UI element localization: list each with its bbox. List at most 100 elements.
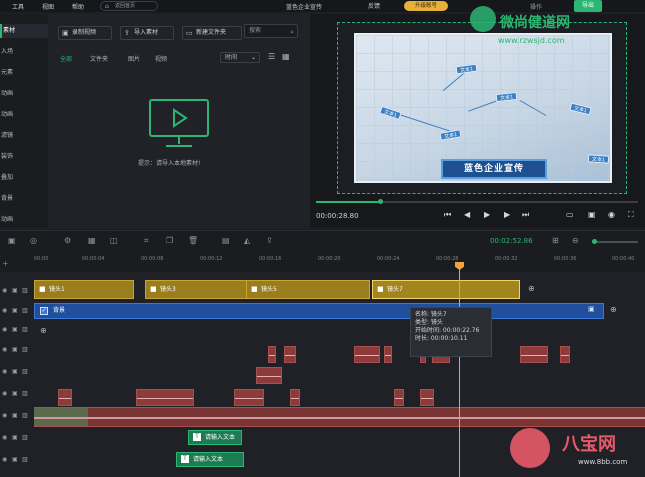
add-track-icon[interactable]: ⊕ (40, 326, 47, 335)
text-label[interactable]: 文本1 (587, 154, 610, 164)
zoom-out-icon[interactable]: ⊖ (572, 236, 579, 245)
audio-clip[interactable] (234, 389, 264, 406)
nav-item-element[interactable]: 元素 (0, 66, 48, 80)
preview-progress[interactable] (316, 199, 638, 204)
lock-icon[interactable]: ▣ (12, 287, 18, 294)
nav-item-animation-1[interactable]: 动画 (0, 87, 48, 101)
lock-icon[interactable]: ▣ (12, 307, 18, 314)
music-track[interactable] (34, 407, 645, 427)
fullscreen-icon[interactable]: ⛶ (628, 210, 634, 220)
progress-knob[interactable] (378, 199, 384, 204)
eye-icon[interactable]: ◉ (2, 434, 7, 441)
eye-icon[interactable]: ◉ (2, 326, 7, 333)
trash-icon[interactable]: ▥ (22, 307, 28, 314)
search-icon[interactable]: ⌕ (290, 26, 294, 38)
new-folder-button[interactable]: ▭ 新建文件夹 (182, 26, 242, 40)
upgrade-button[interactable]: 升级账号 (404, 1, 448, 11)
skip-back-icon[interactable]: ⏮ (444, 210, 451, 220)
trash-icon[interactable]: ▥ (22, 368, 28, 375)
audio-clip[interactable] (256, 367, 282, 384)
zoom-slider[interactable] (592, 239, 638, 244)
lock-icon[interactable]: ▣ (12, 326, 18, 333)
back-home-button[interactable]: ⌂ 返回首页 (100, 1, 158, 11)
preview-stage[interactable]: 文本1 文本1 文本1 文本1 文本1 文本1 蓝色企业宣传 (337, 22, 627, 194)
audio-clip[interactable] (268, 346, 276, 363)
export-button[interactable]: 导出 (574, 0, 602, 12)
list-view-icon[interactable]: ☰ (268, 52, 278, 63)
nav-item-filter[interactable]: 滤镜 (0, 129, 48, 143)
audio-clip[interactable] (284, 346, 296, 363)
export-icon[interactable]: ⇪ (266, 236, 273, 245)
trash-icon[interactable]: ▥ (22, 456, 28, 463)
audio-clip[interactable] (560, 346, 570, 363)
text-clip[interactable]: T 请输入文本 (188, 430, 242, 445)
lock-icon[interactable]: ▣ (12, 456, 18, 463)
audio-clip[interactable] (394, 389, 404, 406)
nav-item-decoration[interactable]: 装饰 (0, 150, 48, 164)
eye-icon[interactable]: ◉ (2, 368, 7, 375)
trash-icon[interactable]: ▥ (22, 390, 28, 397)
mask-icon[interactable]: ▦ (88, 236, 96, 245)
step-forward-icon[interactable]: ▶ (504, 210, 510, 219)
delete-icon[interactable]: 🗑 (188, 236, 198, 245)
color-icon[interactable]: ◭ (244, 236, 250, 245)
tab-folder[interactable]: 文件夹 (90, 54, 108, 63)
playhead[interactable] (459, 262, 460, 477)
settings-icon[interactable]: ⚙ (64, 236, 71, 245)
add-clip-icon[interactable]: ⊕ (528, 284, 535, 293)
eye-icon[interactable]: ◉ (2, 287, 7, 294)
audio-clip[interactable] (58, 389, 72, 406)
audio-clip[interactable] (420, 389, 434, 406)
copy-icon[interactable]: ❐ (166, 236, 173, 245)
menu-view[interactable]: 视图 (42, 2, 54, 11)
import-material-button[interactable]: ⇪ 导入素材 (120, 26, 174, 40)
image-icon[interactable]: ▤ (222, 236, 230, 245)
shot-clip-selected[interactable]: ■ 镜头7 (372, 280, 520, 299)
shot-clip[interactable]: ■ 镜头1 (34, 280, 134, 299)
split-icon[interactable]: ◫ (110, 236, 118, 245)
audio-clip[interactable] (290, 389, 300, 406)
crop-icon[interactable]: ⌗ (144, 236, 149, 246)
lock-icon[interactable]: ▣ (12, 434, 18, 441)
feedback-button[interactable]: 反馈 (368, 1, 380, 10)
nav-item-material[interactable]: 素材 (0, 24, 48, 38)
tab-video[interactable]: 视频 (155, 54, 167, 63)
trash-icon[interactable]: ▥ (22, 287, 28, 294)
add-track-icon[interactable]: + (2, 259, 9, 268)
lock-icon[interactable]: ▣ (12, 368, 18, 375)
text-clip[interactable]: T 请输入文本 (176, 452, 244, 467)
lock-icon[interactable]: ▣ (12, 390, 18, 397)
trash-icon[interactable]: ▥ (22, 346, 28, 353)
bg-edit-icon[interactable]: ▣ (588, 305, 595, 313)
audio-clip[interactable] (136, 389, 194, 406)
lock-icon[interactable]: ▣ (12, 412, 18, 419)
audio-clip[interactable] (354, 346, 380, 363)
nav-item-entry[interactable]: 入场 (0, 45, 48, 59)
skip-forward-icon[interactable]: ⏭ (522, 210, 529, 220)
record-icon[interactable]: ▣ (8, 236, 16, 245)
eye-icon[interactable]: ◉ (2, 412, 7, 419)
shot-clip[interactable]: ■ 镜头5 (246, 280, 370, 299)
trash-icon[interactable]: ▥ (22, 434, 28, 441)
background-track[interactable]: ✓ 背景 (34, 303, 604, 319)
eye-icon[interactable]: ◉ (2, 456, 7, 463)
nav-item-animation-2[interactable]: 动画 (0, 108, 48, 122)
timeline-ruler[interactable]: + 00:00 00:00:04 00:00:08 00:00:12 00:00… (0, 252, 645, 272)
eye-icon[interactable]: ◉ (2, 307, 7, 314)
step-back-icon[interactable]: ◀ (464, 210, 470, 219)
sort-select[interactable]: 时间 ⌄ (220, 52, 260, 63)
menu-help[interactable]: 帮助 (72, 2, 84, 11)
menu-tools[interactable]: 工具 (12, 2, 24, 11)
camera-icon[interactable]: ◉ (608, 210, 615, 219)
nav-item-overlay[interactable]: 叠加 (0, 171, 48, 185)
add-bg-icon[interactable]: ⊕ (610, 305, 617, 314)
screen-icon[interactable]: ▣ (588, 210, 596, 219)
nav-item-background[interactable]: 背景 (0, 192, 48, 206)
audio-icon[interactable]: ◎ (30, 236, 37, 245)
card-title[interactable]: 蓝色企业宣传 (441, 159, 547, 179)
zoom-fit-icon[interactable]: ⊞ (552, 236, 559, 245)
shot-clip[interactable]: ■ 镜头3 (145, 280, 249, 299)
checkbox-icon[interactable]: ✓ (40, 307, 48, 315)
tab-all[interactable]: 全部 (60, 54, 72, 63)
audio-clip[interactable] (384, 346, 392, 363)
